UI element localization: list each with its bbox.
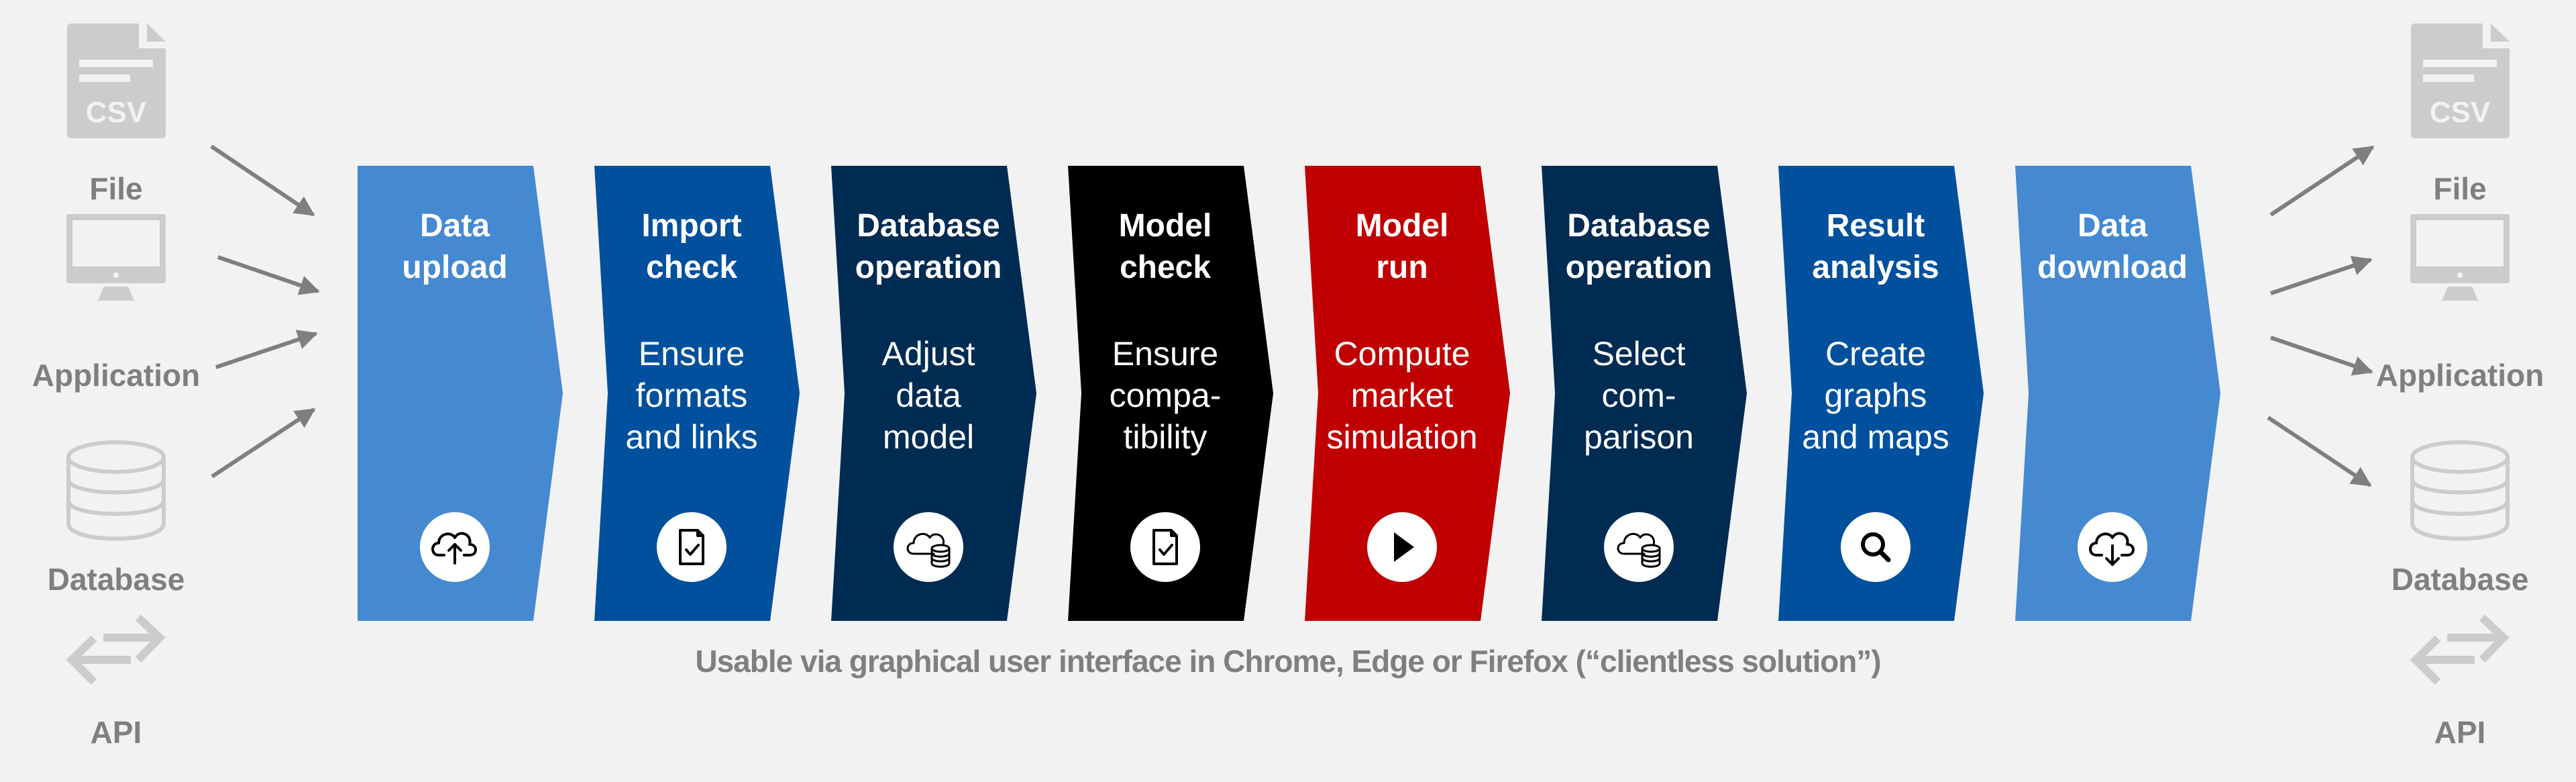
step-title-line: check bbox=[645, 250, 738, 285]
step-title: Database operation bbox=[828, 205, 1029, 289]
step-title-line: download bbox=[2037, 250, 2188, 285]
document-check-icon bbox=[657, 512, 727, 582]
connector-arrow bbox=[217, 255, 320, 295]
monitor-icon bbox=[66, 214, 166, 301]
document-check-icon bbox=[1130, 512, 1200, 582]
connector-arrow bbox=[2269, 145, 2375, 217]
output-target-label: Application bbox=[2375, 358, 2544, 393]
connector-arrow bbox=[2270, 336, 2373, 376]
step-title-line: run bbox=[1376, 250, 1428, 285]
step-description: Adjust data model bbox=[828, 333, 1029, 458]
step-description: Ensure formats and links bbox=[591, 333, 792, 458]
step-title-line: Result bbox=[1826, 208, 1925, 244]
database-icon bbox=[66, 440, 166, 541]
step-description-line: data bbox=[896, 377, 961, 414]
step-title-line: analysis bbox=[1812, 250, 1939, 285]
step-description-line: Ensure bbox=[1112, 335, 1219, 373]
connector-arrow bbox=[211, 407, 316, 479]
step-description-line: Create bbox=[1825, 335, 1927, 373]
database-icon bbox=[2410, 440, 2510, 541]
csv-file-icon: CSV bbox=[67, 23, 166, 138]
step-description: Create graphs and maps bbox=[1775, 333, 1976, 458]
input-source-label: API bbox=[90, 715, 142, 750]
step-description-line: Select bbox=[1592, 335, 1686, 373]
monitor-icon bbox=[2410, 214, 2510, 301]
step-title-line: Model bbox=[1118, 208, 1212, 244]
connector-arrow bbox=[2270, 256, 2373, 295]
input-source-label: Database bbox=[47, 562, 185, 597]
cloud-database-icon bbox=[894, 512, 963, 582]
step-description-line: and maps bbox=[1802, 418, 1949, 456]
step-title: Result analysis bbox=[1775, 205, 1976, 289]
step-description-line: tibility bbox=[1123, 418, 1208, 456]
step-description: Select com-parison bbox=[1538, 333, 1739, 458]
icon-circle bbox=[1604, 512, 1674, 582]
step-description-line: formats bbox=[635, 377, 748, 414]
step-title-line: Data bbox=[2077, 208, 2148, 244]
step-title: Import check bbox=[591, 205, 792, 289]
step-title: Model run bbox=[1301, 205, 1503, 289]
play-icon bbox=[1367, 512, 1437, 582]
connector-arrow bbox=[210, 144, 315, 217]
step-title-line: Data bbox=[419, 208, 490, 244]
search-icon bbox=[1841, 512, 1911, 582]
step-description-line: and links bbox=[625, 418, 758, 456]
step-title-line: check bbox=[1119, 250, 1212, 285]
icon-circle bbox=[1130, 512, 1200, 582]
input-source-label: Application bbox=[32, 358, 201, 393]
cloud-download-icon bbox=[2078, 512, 2147, 582]
step-title-line: upload bbox=[402, 250, 508, 285]
step-description-line: parison bbox=[1584, 418, 1694, 456]
step-title-line: Import bbox=[641, 208, 742, 244]
step-description-line: compa- bbox=[1109, 377, 1222, 414]
icon-circle bbox=[894, 512, 963, 582]
step-description-line: model bbox=[882, 418, 975, 456]
step-title: Data upload bbox=[354, 205, 555, 289]
output-target-label: File bbox=[2433, 171, 2487, 206]
csv-label: CSV bbox=[2430, 96, 2491, 129]
step-title-line: operation bbox=[855, 250, 1002, 285]
connector-arrow bbox=[215, 330, 318, 369]
output-target-label: Database bbox=[2391, 562, 2529, 597]
step-description-line: com- bbox=[1601, 377, 1676, 414]
step-title-line: operation bbox=[1565, 250, 1713, 285]
step-title: Data download bbox=[2012, 205, 2213, 289]
cloud-database-icon bbox=[1604, 512, 1674, 582]
caption: Usable via graphical user interface in C… bbox=[695, 644, 1881, 679]
input-source-label: File bbox=[89, 171, 143, 206]
step-title-line: Database bbox=[857, 208, 1000, 244]
step-title-line: Database bbox=[1567, 208, 1711, 244]
step-description-line: Compute bbox=[1334, 335, 1470, 373]
step-description-line: market bbox=[1350, 377, 1454, 414]
step-description-line: Ensure bbox=[638, 335, 745, 373]
step-description: Compute market simulation bbox=[1301, 333, 1503, 458]
step-title-line: Model bbox=[1355, 208, 1449, 244]
icon-circle bbox=[657, 512, 727, 582]
output-target-label: API bbox=[2434, 715, 2486, 750]
step-description-line: graphs bbox=[1824, 377, 1927, 414]
cloud-upload-icon bbox=[420, 512, 490, 582]
step-description-line: simulation bbox=[1326, 418, 1478, 456]
step-title: Model check bbox=[1065, 205, 1266, 289]
connector-arrow bbox=[2267, 416, 2372, 487]
step-title: Database operation bbox=[1538, 205, 1739, 289]
icon-circle bbox=[1841, 512, 1911, 582]
step-description-line: Adjust bbox=[881, 335, 975, 373]
step-description: Ensure compa-tibility bbox=[1065, 333, 1266, 458]
csv-file-icon: CSV bbox=[2411, 23, 2510, 138]
csv-label: CSV bbox=[86, 96, 147, 129]
